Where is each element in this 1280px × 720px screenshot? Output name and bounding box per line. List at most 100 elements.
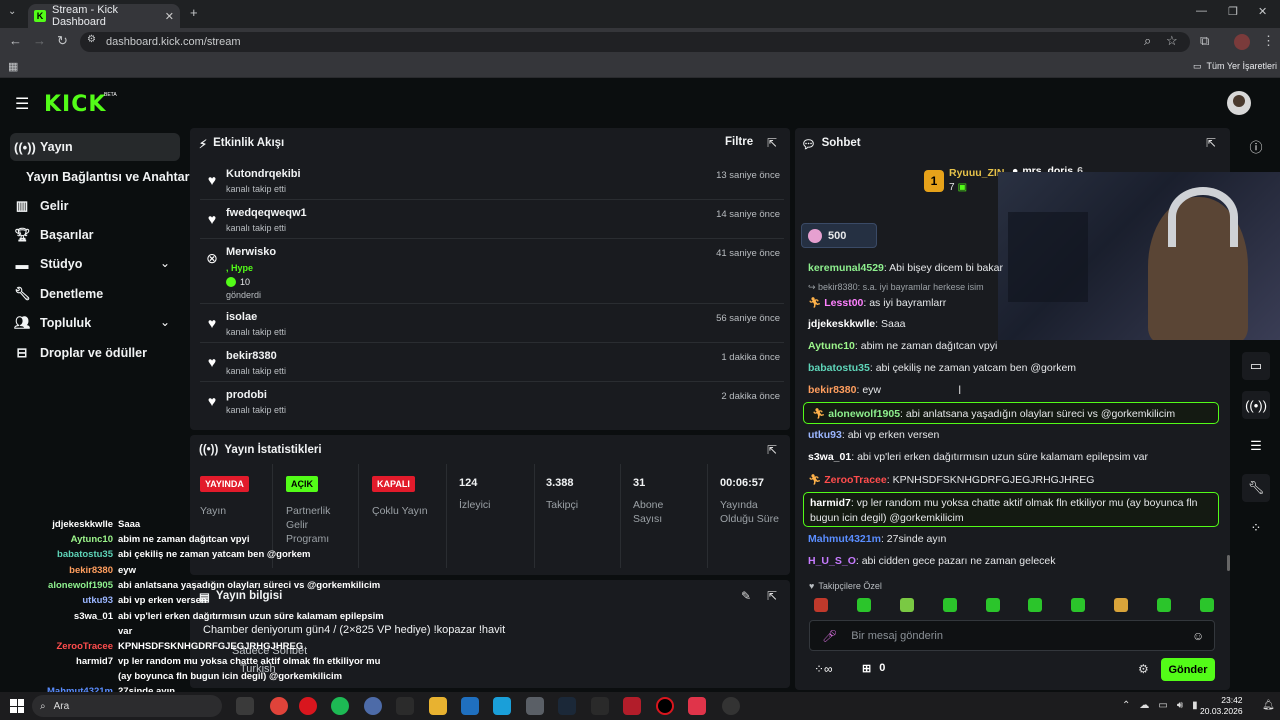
edit-pencil-icon[interactable]: ✎ (741, 589, 751, 603)
reload-icon[interactable]: ↻ (57, 33, 68, 49)
event-user[interactable]: isolae (226, 311, 257, 323)
event-user[interactable]: Kutondrqekibi (226, 168, 301, 180)
emote-2[interactable] (856, 598, 871, 612)
popout-icon[interactable]: ⇱ (1206, 136, 1216, 150)
opera-gx-taskbar-icon[interactable] (656, 697, 674, 715)
maximize-icon[interactable]: ❐ (1228, 5, 1238, 18)
emote-8[interactable] (1114, 598, 1129, 612)
tab-list-icon[interactable]: ⌄ (8, 6, 16, 17)
back-icon[interactable]: ← (9, 33, 22, 48)
apps-grid-icon[interactable]: ▦ (8, 60, 18, 73)
chat-scrollbar[interactable] (1227, 555, 1230, 571)
popout-icon[interactable]: ⇱ (767, 136, 777, 150)
all-bookmarks[interactable]: ▭ Tüm Yer İşaretleri (1193, 61, 1277, 72)
obs-taskbar-icon[interactable] (722, 697, 740, 715)
community-dots-icon[interactable]: ⁘ (1244, 516, 1268, 540)
capcut-taskbar-icon[interactable] (396, 697, 414, 715)
network-icon[interactable]: ▭ (1158, 700, 1167, 711)
gift-count[interactable]: ⊞ 0 (862, 662, 885, 675)
steam-taskbar-icon[interactable] (558, 697, 576, 715)
windows-start-icon[interactable] (10, 699, 24, 713)
zoom-icon[interactable]: ⌕ (1144, 33, 1151, 49)
task-view-icon[interactable] (236, 697, 254, 715)
minimize-icon[interactable]: — (1196, 5, 1207, 17)
forward-icon[interactable]: → (33, 33, 46, 48)
broadcast-toggle-icon[interactable]: ((•)) (1242, 391, 1270, 419)
mail-taskbar-icon[interactable] (461, 697, 479, 715)
emote-9[interactable] (1157, 598, 1171, 612)
event-user[interactable]: prodobi (226, 389, 267, 401)
taskbar-clock[interactable]: 23:42 20.03.2026 (1200, 695, 1243, 717)
microphone-icon[interactable]: 🎤︎ (822, 629, 837, 643)
chevron-up-icon[interactable]: ⌃ (1122, 700, 1130, 711)
event-user[interactable]: Merwisko (226, 246, 276, 258)
cloud-icon[interactable]: ☁ (1139, 700, 1149, 711)
event-user[interactable]: bekir8380 (226, 350, 277, 362)
heart-icon: ♥ (207, 315, 217, 331)
sidebar-item-yayin[interactable]: ((•)) Yayın (10, 133, 180, 161)
chevron-down-icon[interactable]: ⌄ (160, 256, 170, 270)
gift-pin[interactable]: 500 (801, 223, 877, 248)
store-taskbar-icon[interactable] (493, 697, 511, 715)
emote-5[interactable] (985, 598, 1000, 612)
sidebar-item-denetleme[interactable]: 🔧︎ Denetleme (10, 280, 180, 308)
explorer-taskbar-icon[interactable] (429, 697, 447, 715)
epic-taskbar-icon[interactable] (591, 697, 609, 715)
calculator-taskbar-icon[interactable] (526, 697, 544, 715)
menu-kebab-icon[interactable]: ⋮ (1262, 33, 1275, 49)
close-tab-icon[interactable]: ✕ (165, 10, 174, 23)
opera-taskbar-icon[interactable] (299, 697, 317, 715)
battery-icon[interactable]: ▮ (1192, 700, 1198, 711)
sidebar-item-stream-key[interactable]: Yayın Bağlantısı ve Anahtarı (22, 163, 202, 191)
emote-6[interactable] (1028, 598, 1043, 612)
emoji-icon[interactable]: ☺ (1192, 629, 1204, 643)
valorant-taskbar-icon[interactable] (688, 697, 706, 715)
sidebar-item-gelir[interactable]: ▥ Gelir (10, 192, 180, 220)
app-taskbar-icon[interactable] (364, 697, 382, 715)
activity-event: ♥ fwedqeqweqw1 kanalı takip etti 14 sani… (200, 201, 784, 239)
emote-1[interactable] (814, 598, 828, 612)
moderation-wrench-icon[interactable]: 🔧︎ (1242, 474, 1270, 502)
popout-icon[interactable]: ⇱ (767, 443, 777, 457)
bookmark-star-icon[interactable]: ☆ (1166, 33, 1178, 49)
spotify-taskbar-icon[interactable] (331, 697, 349, 715)
notification-bell-icon[interactable]: 🔔︎ (1262, 700, 1275, 711)
popout-icon[interactable]: ⇱ (767, 589, 777, 603)
extensions-icon[interactable]: ⧉ (1200, 33, 1209, 49)
emote-7[interactable] (1071, 598, 1086, 612)
chevron-down-icon[interactable]: ⌄ (160, 315, 170, 329)
emote-3[interactable] (899, 598, 914, 612)
on-badge: AÇIK (286, 476, 318, 492)
user-avatar[interactable] (1227, 91, 1251, 115)
sidebar-item-droplar[interactable]: ⊟ Droplar ve ödüller (10, 339, 180, 367)
layout-icon[interactable]: ☰ (1244, 434, 1268, 458)
emote-10[interactable] (1199, 598, 1214, 612)
taskbar-search[interactable]: ⌕ Ara (32, 695, 222, 717)
chat-toggle-icon[interactable]: ▭ (1242, 352, 1270, 380)
send-button[interactable]: Gönder (1161, 658, 1215, 681)
sidebar-item-basarilar[interactable]: 🏆︎ Başarılar (10, 221, 180, 249)
sidebar-item-studyo[interactable]: ▬ Stüdyo (10, 250, 180, 278)
valorant-tracker-taskbar-icon[interactable] (623, 697, 641, 715)
browser-tab[interactable]: K Stream - Kick Dashboard ✕ (28, 4, 180, 28)
new-tab-icon[interactable]: + (190, 5, 198, 20)
close-window-icon[interactable]: ✕ (1258, 5, 1267, 18)
kick-logo[interactable]: KICK (44, 92, 106, 117)
filter-button[interactable]: Filtre (725, 136, 753, 148)
system-tray[interactable]: ⌃ ☁ ▭ 🔊︎ ▮ (1122, 700, 1198, 711)
event-user[interactable]: fwedqeqweqw1 (226, 207, 307, 219)
volume-icon[interactable]: 🔊︎ (1177, 700, 1183, 711)
settings-gear-icon[interactable]: ⚙ (1138, 662, 1149, 676)
sidebar-item-topluluk[interactable]: 👥︎ Topluluk (10, 309, 180, 337)
site-info-icon[interactable]: ⚙ (87, 34, 96, 45)
leaderboard-user[interactable]: Ryuuu_ZIN (949, 167, 1004, 179)
emote-4[interactable] (942, 598, 957, 612)
hamburger-menu-icon[interactable]: ☰ (15, 94, 29, 114)
info-icon[interactable]: ⓘ (1244, 134, 1268, 158)
channel-points-icon[interactable]: ⁘∞ (814, 662, 833, 676)
address-bar[interactable]: dashboard.kick.com/stream (80, 32, 1190, 52)
profile-avatar[interactable] (1234, 34, 1250, 50)
event-gift-count: 10 (226, 277, 250, 287)
chat-input[interactable]: 🎤︎ Bir mesaj gönderin (809, 620, 1215, 651)
chrome-taskbar-icon[interactable] (270, 697, 288, 715)
